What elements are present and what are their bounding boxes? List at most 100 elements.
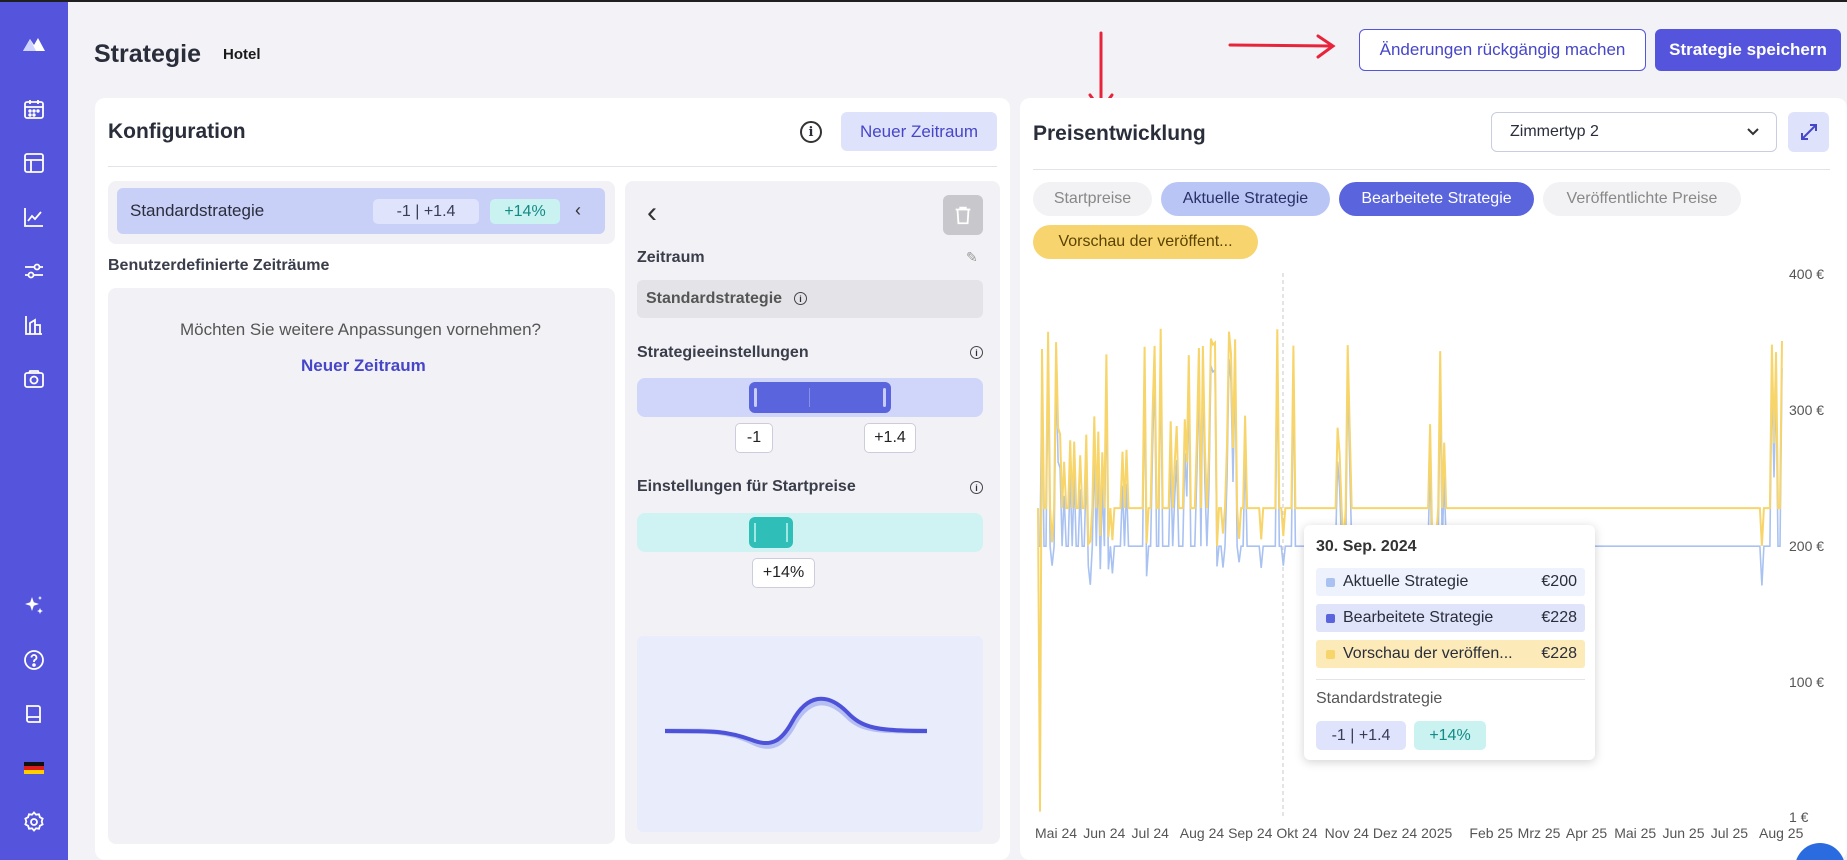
strategy-range-pill: -1 | +1.4 (373, 199, 479, 224)
help-icon[interactable] (20, 646, 48, 674)
new-period-link[interactable]: Neuer Zeitraum (301, 356, 426, 376)
x-axis-tick-label: Okt 24 (1276, 825, 1318, 841)
chevron-left-icon[interactable]: ‹ (575, 200, 581, 221)
tooltip-row-value: €228 (1541, 609, 1577, 626)
camera-money-icon[interactable] (20, 365, 48, 393)
chevron-down-icon (1747, 128, 1759, 136)
tab-edited-strategy[interactable]: Bearbeitete Strategie (1339, 182, 1534, 216)
tab-preview-published[interactable]: Vorschau der veröffent... (1033, 225, 1258, 259)
info-icon[interactable]: i (970, 481, 983, 494)
period-field-value: Standardstrategie (646, 290, 783, 307)
slider-handle-max (786, 523, 788, 542)
tooltip-strategy-label: Standardstrategie (1316, 690, 1443, 707)
start-price-pill: +14% (490, 199, 560, 224)
book-icon[interactable] (20, 700, 48, 728)
delete-trash-icon[interactable] (943, 195, 983, 235)
x-axis-tick-label: Mrz 25 (1517, 825, 1561, 841)
y-axis-tick-label: 1 € (1789, 809, 1809, 825)
edit-pencil-icon[interactable]: ✎ (966, 249, 978, 266)
tooltip-row-value: €228 (1541, 645, 1577, 662)
x-axis-tick-label: 2025 (1421, 825, 1453, 841)
page-title: Strategie (94, 40, 201, 68)
back-chevron-icon[interactable]: ‹ (647, 198, 657, 228)
legend-swatch-current (1326, 578, 1335, 587)
slider-min-value: -1 (735, 423, 773, 453)
property-name: Hotel (223, 46, 261, 63)
slider-center-mark (809, 388, 810, 407)
x-axis-tick-label: Aug 24 (1179, 825, 1225, 841)
strategy-curve-chart (664, 696, 928, 749)
strategy-slider-range[interactable] (749, 382, 891, 413)
new-period-button[interactable]: Neuer Zeitraum (841, 112, 997, 151)
default-strategy-label: Standardstrategie (130, 201, 265, 220)
info-icon[interactable]: i (970, 346, 983, 359)
x-axis-tick-label: Nov 24 (1324, 825, 1369, 841)
configuration-title: Konfiguration (108, 120, 246, 143)
german-flag-icon[interactable] (20, 754, 48, 782)
info-icon[interactable]: i (800, 121, 822, 143)
start-settings-label: Einstellungen für Startpreise (637, 478, 856, 495)
divider (1316, 679, 1585, 680)
x-axis-tick-label: Jun 25 (1662, 825, 1705, 841)
room-type-select-value: Zimmertyp 2 (1510, 123, 1599, 140)
x-axis-tick-label: Jul 25 (1710, 825, 1749, 841)
tab-published-prices[interactable]: Veröffentlichte Preise (1543, 182, 1741, 216)
empty-state-text: Möchten Sie weitere Anpassungen vornehme… (180, 320, 542, 339)
logo-icon[interactable] (20, 30, 48, 58)
layout-icon[interactable] (20, 149, 48, 177)
sidebar (0, 2, 68, 860)
chart-line-icon[interactable] (20, 203, 48, 231)
settings-gear-icon[interactable] (20, 808, 48, 836)
info-icon[interactable]: i (794, 292, 807, 305)
x-axis-tick-label: Jun 24 (1083, 825, 1126, 841)
tooltip-row-name: Bearbeitete Strategie (1343, 609, 1494, 626)
x-axis-tick-label: Aug 25 (1759, 825, 1804, 841)
tooltip-start-pill: +14% (1414, 721, 1486, 750)
sliders-icon[interactable] (20, 257, 48, 285)
divider (108, 166, 997, 167)
tooltip-row-value: €200 (1541, 573, 1577, 590)
window-top-border (0, 0, 1847, 2)
y-axis-tick-label: 300 € (1789, 402, 1825, 419)
strategy-curve-preview (637, 636, 983, 832)
tooltip-range-pill: -1 | +1.4 (1316, 721, 1406, 750)
start-slider-track[interactable] (637, 513, 983, 552)
tooltip-date: 30. Sep. 2024 (1316, 538, 1417, 555)
tooltip-row-preview: Vorschau der veröffen... €228 (1316, 640, 1585, 668)
start-slider-thumb[interactable] (749, 517, 793, 548)
x-axis-tick-label: Dez 24 (1372, 825, 1418, 841)
chart-title: Preisentwicklung (1033, 122, 1206, 145)
start-value: +14% (752, 558, 815, 588)
period-label: Zeitraum (637, 249, 705, 266)
x-axis-tick-label: Sep 24 (1228, 825, 1273, 841)
undo-changes-button[interactable]: Änderungen rückgängig machen (1359, 29, 1646, 71)
tab-start-prices[interactable]: Startpreise (1033, 182, 1152, 216)
slider-handle-max[interactable] (883, 388, 886, 407)
x-axis-tick-label: Jul 24 (1131, 825, 1169, 841)
save-strategy-button[interactable]: Strategie speichern (1655, 29, 1841, 71)
x-axis-tick-label: Mai 25 (1614, 825, 1657, 841)
tooltip-row-name: Aktuelle Strategie (1343, 573, 1469, 590)
sparkles-icon[interactable] (20, 592, 48, 620)
y-axis-tick-label: 200 € (1789, 538, 1825, 555)
expand-icon[interactable] (1788, 112, 1829, 152)
tooltip-row-current: Aktuelle Strategie €200 (1316, 568, 1585, 596)
tooltip-row-edited: Bearbeitete Strategie €228 (1316, 604, 1585, 632)
slider-max-value: +1.4 (864, 423, 916, 453)
custom-periods-heading: Benutzerdefinierte Zeiträume (108, 257, 330, 274)
slider-handle-min[interactable] (754, 388, 757, 407)
legend-swatch-preview (1326, 650, 1335, 659)
tooltip-row-name: Vorschau der veröffen... (1343, 645, 1513, 662)
x-axis-tick-label: Mai 24 (1035, 825, 1078, 841)
calendar-icon[interactable] (20, 95, 48, 123)
building-chart-icon[interactable] (20, 311, 48, 339)
x-axis-tick-label: Feb 25 (1469, 825, 1513, 841)
tab-current-strategy[interactable]: Aktuelle Strategie (1161, 182, 1330, 216)
legend-swatch-edited (1326, 614, 1335, 623)
divider (1033, 169, 1830, 170)
strategy-settings-label: Strategieeinstellungen (637, 344, 809, 361)
chart-tooltip: 30. Sep. 2024 Aktuelle Strategie €200 Be… (1304, 525, 1595, 760)
slider-handle-min (754, 523, 756, 542)
y-axis-tick-label: 400 € (1789, 266, 1825, 282)
x-axis-tick-label: Apr 25 (1565, 825, 1608, 841)
